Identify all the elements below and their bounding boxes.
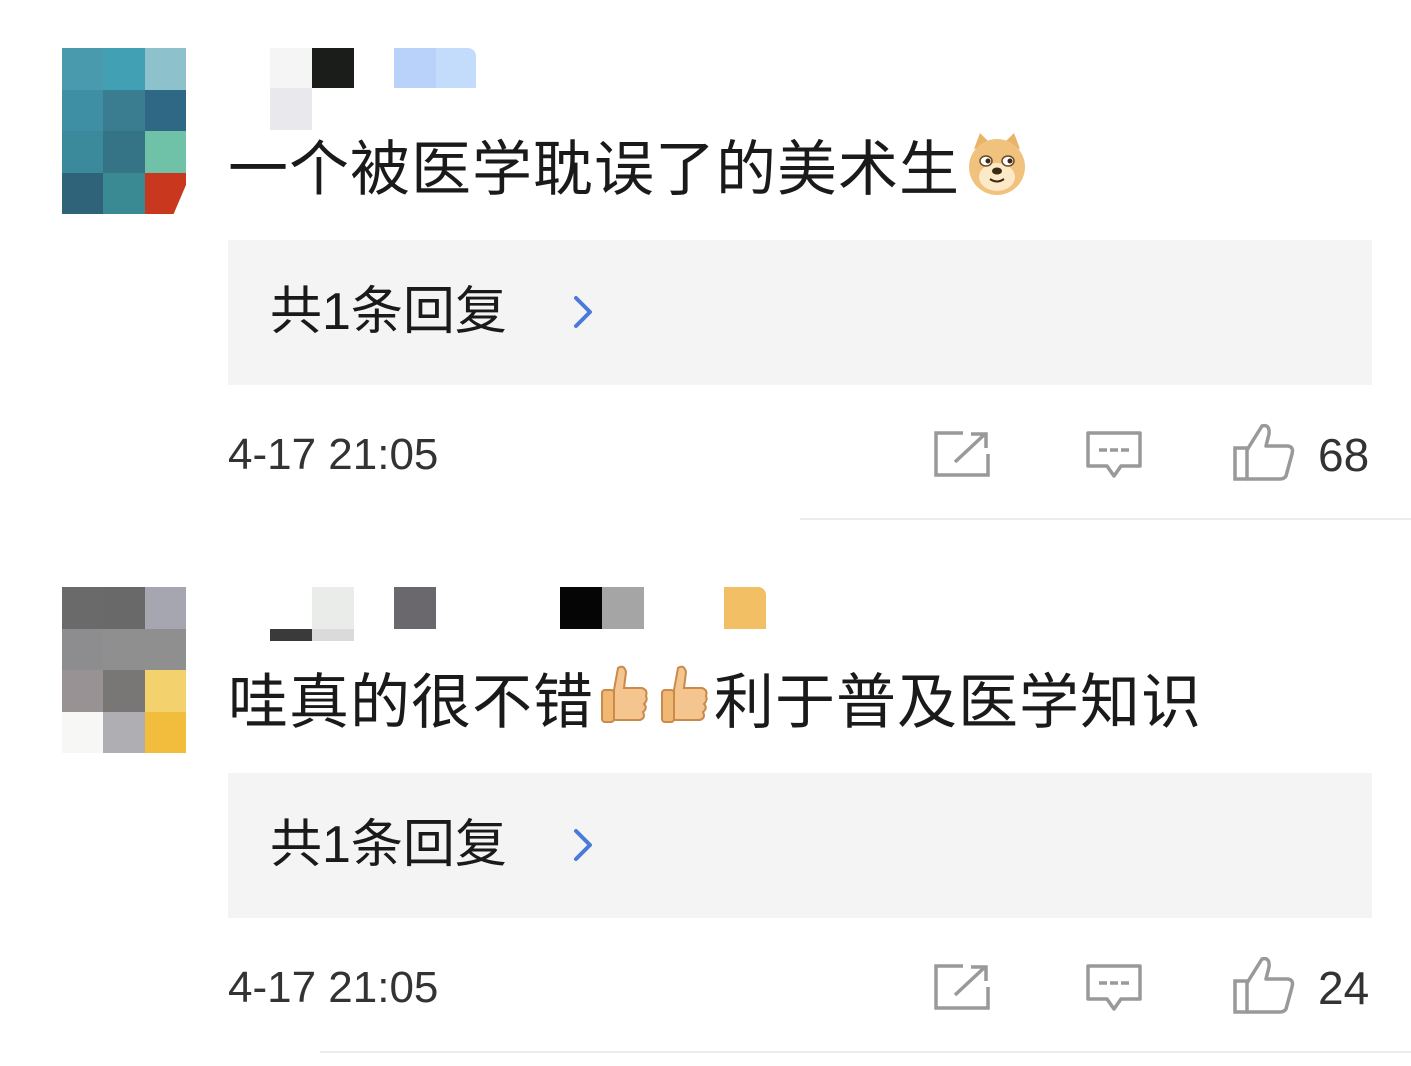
thumbs-up-emoji-icon (658, 664, 710, 750)
like-count: 68 (1318, 429, 1370, 481)
comment-text: 一个被医学耽误了的美术生 (228, 130, 1034, 217)
reply-summary[interactable]: 共1条回复 (228, 240, 1372, 385)
comment-bubble-icon[interactable] (1085, 430, 1143, 480)
thumbs-up-emoji-icon (598, 664, 650, 750)
comment-body: 哇真的很不错 (228, 669, 594, 736)
timestamp: 4-17 21:05 (228, 430, 439, 479)
comment-item: 一个被医学耽误了的美术生 共1条回复 4-17 21:05 68 (0, 48, 1411, 528)
chevron-right-icon (568, 292, 598, 332)
comment-item: 哇真的很不错 利于普及医学知识 共1条回复 4-17 21:05 24 (0, 587, 1411, 1066)
comment-text: 哇真的很不错 利于普及医学知识 (228, 663, 1202, 750)
thumbs-up-icon[interactable] (1232, 422, 1296, 482)
username-pixelated[interactable] (228, 48, 788, 138)
comment-body-continued: 利于普及医学知识 (714, 669, 1202, 736)
avatar[interactable] (62, 48, 186, 214)
doge-emoji-icon (964, 131, 1030, 217)
comment-bubble-icon[interactable] (1085, 963, 1143, 1013)
share-icon[interactable] (933, 430, 991, 478)
comment-body: 一个被医学耽误了的美术生 (228, 136, 960, 203)
timestamp: 4-17 21:05 (228, 963, 439, 1012)
thumbs-up-icon[interactable] (1232, 955, 1296, 1015)
divider (320, 1051, 1411, 1053)
reply-count-label[interactable]: 共1条回复 (270, 809, 507, 881)
like-count: 24 (1318, 962, 1370, 1014)
chevron-right-icon (568, 825, 598, 865)
reply-count-label[interactable]: 共1条回复 (270, 276, 507, 348)
avatar[interactable] (62, 587, 186, 753)
reply-summary[interactable]: 共1条回复 (228, 773, 1372, 918)
divider (800, 518, 1411, 520)
share-icon[interactable] (933, 963, 991, 1011)
